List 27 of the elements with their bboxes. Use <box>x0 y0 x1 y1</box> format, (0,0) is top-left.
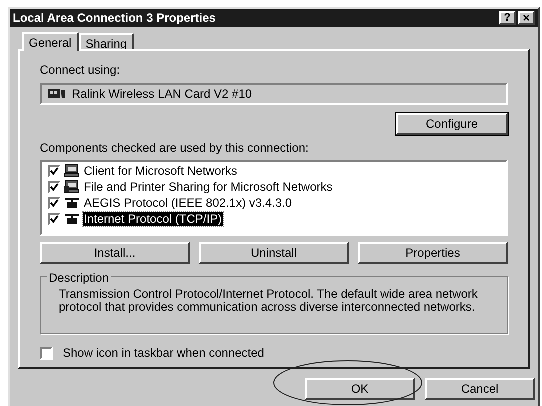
network-plug-icon <box>64 212 80 226</box>
tab[interactable]: General <box>22 32 79 51</box>
component-action-button[interactable]: Uninstall <box>199 242 349 264</box>
configure-button[interactable]: Configure <box>396 113 508 135</box>
adapter-name: Ralink Wireless LAN Card V2 #10 <box>72 86 252 103</box>
component-item[interactable]: AEGIS Protocol (IEEE 802.1x) v3.4.3.0 <box>83 196 294 210</box>
component-action-button[interactable]: Properties <box>358 242 508 264</box>
computer-icon <box>64 180 80 194</box>
close-button[interactable]: × <box>518 11 535 25</box>
tab[interactable]: Sharing <box>78 33 134 49</box>
component-item[interactable]: Client for Microsoft Networks <box>83 164 238 178</box>
network-card-icon <box>48 88 66 100</box>
dialog-button[interactable]: Cancel <box>425 378 535 400</box>
checkbox[interactable] <box>48 180 61 194</box>
component-item[interactable]: File and Printer Sharing for Microsoft Networks <box>83 180 334 194</box>
network-plug-icon <box>64 196 80 210</box>
components-label: Components checked are used by this connection: <box>40 140 310 157</box>
computer-icon <box>64 164 80 178</box>
help-button[interactable]: ? <box>499 11 516 25</box>
show-icon-label: Show icon in taskbar when connected <box>63 345 264 362</box>
checkbox[interactable] <box>40 346 53 360</box>
component-item[interactable]: Internet Protocol (TCP/IP) <box>83 212 224 226</box>
description-text: Transmission Control Protocol/Internet Protocol. The default wide area network protocol that provides communication across diverse interconnected networks. <box>59 288 479 314</box>
connect-using-label: Connect using: <box>40 62 122 79</box>
dialog-button[interactable]: OK <box>305 378 415 400</box>
window-title: Local Area Connection 3 Properties <box>13 10 216 27</box>
component-action-button[interactable]: Install... <box>40 242 190 264</box>
